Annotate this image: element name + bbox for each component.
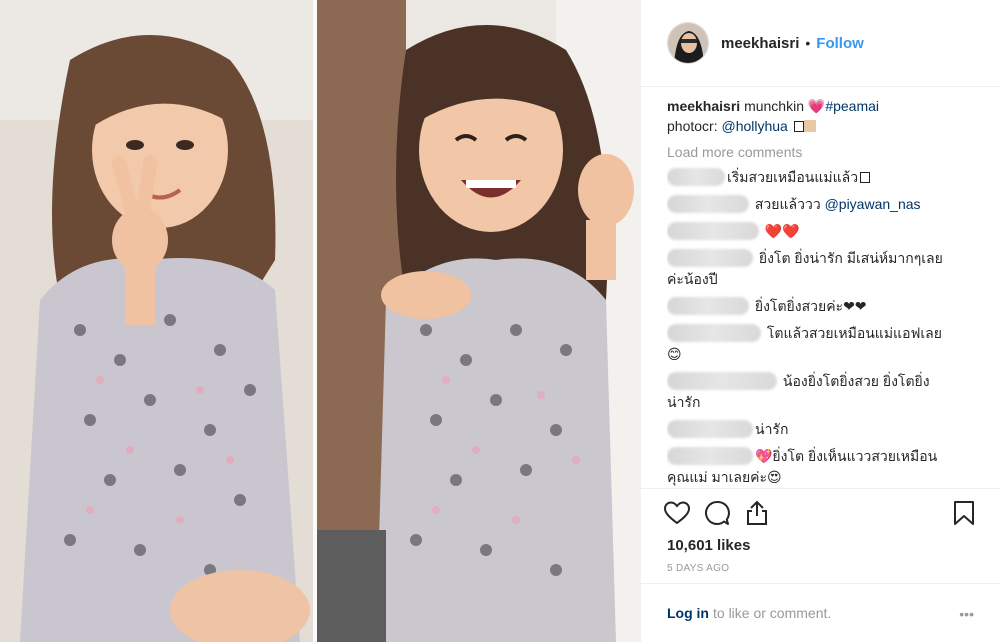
comment-text: 💖ยิ่งโต ยิ่งเห็นแววสวยเหมือน [755, 448, 938, 464]
action-icons [663, 499, 771, 527]
unknown-glyph-icon [793, 121, 804, 132]
comment-text-continued: ค่ะน้องปี [667, 271, 718, 287]
comment-text: ❤️❤️ [764, 223, 800, 239]
load-more-comments-button[interactable]: Load more comments [667, 142, 989, 162]
comment-text: ยิ่งโต ยิ่งน่ารัก มีเสน่ห์มากๆเลย [758, 250, 943, 266]
pink-heart-emoji: 💗 [807, 98, 826, 114]
caption-credit-handle[interactable]: @hollyhua [721, 118, 787, 134]
like-heart-icon[interactable] [663, 499, 691, 527]
login-link[interactable]: Log in [667, 605, 709, 621]
blurred-username [667, 372, 777, 390]
comment-item: ยิ่งโตยิ่งสวยค่ะ❤❤ [667, 296, 989, 317]
blurred-username [667, 447, 753, 465]
avatar-image [668, 23, 708, 63]
caption-credit-prefix: photocr: [667, 118, 718, 134]
header-username[interactable]: meekhaisri [721, 35, 799, 52]
share-upload-icon[interactable] [743, 499, 771, 527]
blurred-username [667, 324, 761, 342]
comment-text-continued: น่ารัก [667, 394, 701, 410]
more-options-icon[interactable]: ••• [959, 606, 974, 622]
comments-list[interactable]: meekhaisri munchkin 💗#peamai photocr: @h… [667, 96, 989, 488]
girl-peace-sign-illustration [0, 0, 316, 642]
comment-text-continued: 😊 [667, 346, 682, 362]
post-header: meekhaisri • Follow [641, 0, 1000, 87]
photo-divider [313, 0, 317, 642]
skin-tone-emoji-icon [803, 120, 816, 132]
likes-count[interactable]: 10,601 likes [667, 537, 750, 554]
comment-bubble-icon[interactable] [703, 499, 731, 527]
post-photo[interactable] [0, 0, 641, 642]
comment-text: น้องยิ่งโตยิ่งสวย ยิ่งโตยิ่ง [782, 373, 930, 389]
bookmark-icon[interactable] [950, 499, 978, 527]
comment-text: เริ่มสวยเหมือนแม่แล้ว [727, 169, 859, 185]
post-side-panel: meekhaisri • Follow meekhaisri munchkin … [641, 0, 1000, 642]
unknown-glyph-icon [860, 172, 871, 183]
blurred-username [667, 195, 749, 213]
avatar[interactable] [667, 22, 709, 64]
header-separator-dot: • [805, 35, 811, 51]
comment-item: สวยแล้ววว @piyawan_nas [667, 194, 989, 215]
comment-text: สวยแล้ววว [754, 196, 821, 212]
comment-item: โตแล้วสวยเหมือนแม่แอฟเลย 😊 [667, 323, 989, 365]
comment-item: 💖ยิ่งโต ยิ่งเห็นแววสวยเหมือน คุณแม่ มาเล… [667, 446, 989, 488]
blurred-username [667, 249, 753, 267]
comment-text: ยิ่งโตยิ่งสวยค่ะ❤❤ [754, 298, 867, 314]
blurred-username [667, 297, 749, 315]
follow-button[interactable]: Follow [816, 35, 864, 52]
caption-text: munchkin [744, 98, 804, 114]
comment-text-continued: คุณแม่ มาเลยค่ะ😍 [667, 469, 782, 485]
comment-item: ยิ่งโต ยิ่งน่ารัก มีเสน่ห์มากๆเลย ค่ะน้อ… [667, 248, 989, 290]
login-bar: Log in to like or comment. ••• [641, 583, 1000, 642]
comment-mention[interactable]: @piyawan_nas [825, 196, 921, 212]
comment-item: น่ารัก [667, 419, 989, 440]
caption-username[interactable]: meekhaisri [667, 98, 740, 114]
comment-item: เริ่มสวยเหมือนแม่แล้ว [667, 167, 989, 188]
post-actions: 10,601 likes 5 DAYS AGO [641, 488, 1000, 583]
login-prompt-text: to like or comment. [713, 605, 832, 621]
comment-item: น้องยิ่งโตยิ่งสวย ยิ่งโตยิ่ง น่ารัก [667, 371, 989, 413]
blurred-username [667, 222, 759, 240]
post-caption: meekhaisri munchkin 💗#peamai photocr: @h… [667, 96, 989, 136]
photo-right-panel [316, 0, 641, 642]
post-date: 5 DAYS AGO [667, 563, 730, 574]
blurred-username [667, 420, 753, 438]
comment-text: โตแล้วสวยเหมือนแม่แอฟเลย [766, 325, 942, 341]
blurred-username [667, 168, 725, 186]
comment-text: น่ารัก [755, 421, 789, 437]
comment-item: ❤️❤️ [667, 221, 989, 242]
girl-waving-illustration [316, 0, 641, 642]
photo-left-panel [0, 0, 316, 642]
caption-hashtag[interactable]: #peamai [825, 98, 879, 114]
